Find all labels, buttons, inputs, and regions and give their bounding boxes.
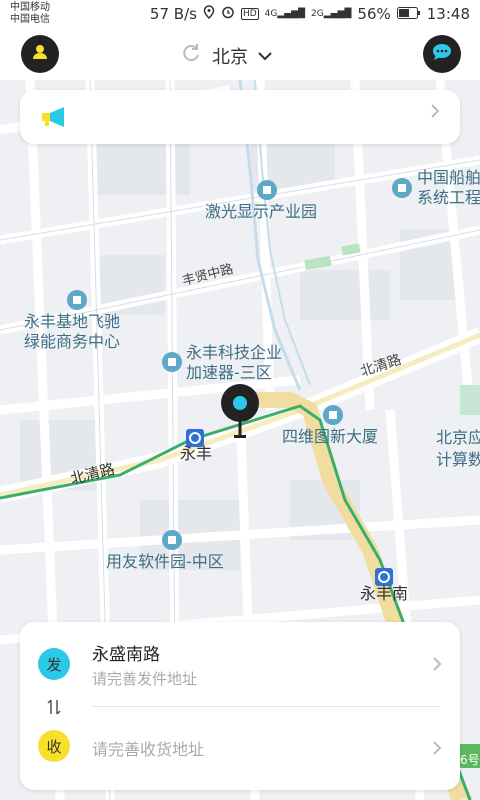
send-chevron-right-icon — [432, 656, 442, 676]
poi-yongfeng-tech-icon — [162, 352, 182, 372]
receive-hint: 请完善收货地址 — [92, 740, 205, 759]
notice-bar[interactable] — [20, 90, 460, 144]
signal-2-label: 2G — [311, 9, 324, 19]
megaphone-icon — [40, 106, 68, 132]
station-yongfeng-south[interactable]: 永丰南 — [360, 584, 408, 604]
station-yongfeng[interactable]: 永丰 — [180, 444, 212, 464]
hd-icon: HD — [240, 8, 259, 20]
poi-beijing-app-2[interactable]: 计算数 — [436, 450, 480, 470]
battery-percent: 56% — [357, 5, 391, 23]
receive-chevron-right-icon — [432, 740, 442, 760]
signal-2-icon: 2G▂▄▆█ — [311, 9, 352, 19]
top-bar: 北京 — [0, 30, 480, 80]
chat-bubble-icon — [431, 42, 453, 66]
poi-yongyou-icon — [162, 530, 182, 550]
refresh-icon — [180, 42, 202, 69]
poi-china-ship-2[interactable]: 系统工程 — [417, 188, 480, 208]
status-indicators: 57 B/s HD 4G▂▄▆█ 2G▂▄▆█ 56% 13:48 — [150, 5, 470, 23]
receive-address-row[interactable]: 收 请完善收货地址 — [20, 712, 460, 782]
poi-siwei-icon — [323, 405, 343, 425]
poi-yongfeng-tech-2[interactable]: 加速器-三区 — [186, 363, 272, 383]
poi-siwei[interactable]: 四维图新大厦 — [282, 427, 378, 447]
poi-yongfeng-tech-1[interactable]: 永丰科技企业 — [186, 343, 282, 363]
alarm-icon — [221, 5, 235, 23]
address-card: 发 永盛南路 请完善发件地址 收 请完善收货地址 — [20, 622, 460, 790]
location-icon — [203, 5, 215, 23]
battery-icon — [396, 5, 421, 23]
line-6-label: 6号 — [460, 753, 480, 767]
net-speed: 57 B/s — [149, 5, 197, 23]
poi-laser-icon — [257, 180, 277, 200]
poi-beijing-app-1[interactable]: 北京应 — [436, 428, 480, 448]
divider — [92, 706, 440, 707]
send-hint: 请完善发件地址 — [92, 670, 198, 688]
send-title: 永盛南路 — [92, 645, 160, 665]
poi-china-ship-1[interactable]: 中国船舶 — [417, 168, 480, 188]
poi-yongyou[interactable]: 用友软件园-中区 — [106, 552, 224, 572]
send-address-row[interactable]: 发 永盛南路 请完善发件地址 — [20, 622, 460, 702]
send-badge: 发 — [38, 648, 70, 680]
city-name: 北京 — [212, 46, 248, 68]
notice-chevron-right-icon — [430, 103, 440, 124]
carrier-1: 中国移动 — [10, 2, 50, 13]
carrier-info: 中国移动 中国电信 — [10, 2, 50, 26]
messages-button[interactable] — [423, 35, 461, 73]
poi-ship-icon — [392, 178, 412, 198]
status-bar: 中国移动 中国电信 57 B/s HD 4G▂▄▆█ 2G▂▄▆█ 56% 13… — [0, 0, 480, 30]
poi-yongfeng-base-icon — [67, 290, 87, 310]
city-selector[interactable]: 北京 — [180, 42, 272, 69]
receive-badge: 收 — [38, 730, 70, 762]
poi-laser-park[interactable]: 激光显示产业园 — [205, 202, 317, 222]
poi-yongfeng-base-1[interactable]: 永丰基地飞驰 — [24, 312, 120, 332]
user-icon — [30, 42, 50, 66]
poi-yongfeng-base-2[interactable]: 绿能商务中心 — [24, 332, 120, 352]
profile-button[interactable] — [21, 35, 59, 73]
chevron-down-icon — [258, 45, 272, 66]
carrier-2: 中国电信 — [10, 14, 50, 25]
signal-1-label: 4G — [264, 9, 278, 19]
clock: 13:48 — [426, 5, 470, 23]
signal-1-icon: 4G▂▄▆█ — [264, 9, 306, 19]
location-pin[interactable] — [220, 383, 260, 447]
